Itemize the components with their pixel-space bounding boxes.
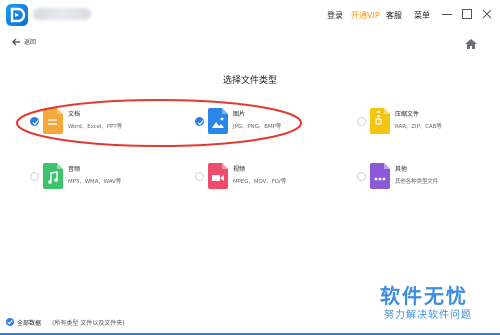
document-icon	[43, 108, 63, 134]
bottom-bar: 全部数据 (所有类型 文件以及文件夹)	[0, 312, 500, 335]
other-checkbox[interactable]	[357, 172, 366, 181]
file-type-archive[interactable]: 压缩文件 RAR、ZIP、CAB等	[357, 107, 500, 137]
file-type-desc: RAR、ZIP、CAB等	[395, 124, 442, 130]
image-icon	[208, 108, 228, 134]
file-type-audio[interactable]: 音频 MP3、WMA、WAV等	[30, 162, 180, 192]
document-checkbox[interactable]	[30, 117, 39, 126]
page-title: 选择文件类型	[222, 76, 277, 86]
archive-icon	[370, 108, 390, 134]
audio-icon	[43, 163, 63, 189]
file-type-name: 其他	[395, 166, 408, 173]
home-icon[interactable]	[464, 35, 478, 54]
all-data-label[interactable]: 全部数据	[17, 318, 41, 327]
video-checkbox[interactable]	[195, 172, 204, 181]
login-link[interactable]: 登录	[327, 10, 343, 21]
blurred-account-name	[33, 8, 91, 20]
file-type-desc: 其他各种类型文件	[395, 179, 439, 185]
file-type-image[interactable]: 图片 JPG、PNG、BMP等	[195, 107, 345, 137]
file-type-desc: Word、Excel、PPT等	[68, 124, 123, 130]
maximize-icon[interactable]	[460, 7, 474, 21]
file-type-name: 视频	[233, 166, 246, 173]
back-arrow-icon	[12, 38, 20, 46]
file-type-desc: MPEG、MOV、FLV等	[233, 179, 287, 185]
file-type-name: 音频	[68, 166, 81, 173]
menu-link[interactable]: 菜单	[414, 10, 430, 21]
file-type-document[interactable]: 文档 Word、Excel、PPT等	[30, 107, 180, 137]
other-icon	[370, 163, 390, 189]
back-label: 返回	[24, 39, 37, 46]
file-type-other[interactable]: 其他 其他各种类型文件	[357, 162, 500, 192]
watermark-title: 软件无忧	[380, 284, 468, 308]
title-bar: 登录 开通VIP 客服 菜单	[0, 0, 500, 30]
open-vip-link[interactable]: 开通VIP	[351, 10, 380, 21]
archive-checkbox[interactable]	[357, 117, 366, 126]
minimize-icon[interactable]	[440, 7, 454, 21]
file-type-name: 图片	[233, 111, 246, 118]
all-data-desc: (所有类型 文件以及文件夹)	[52, 320, 125, 327]
file-type-name: 压缩文件	[395, 111, 420, 118]
customer-service-link[interactable]: 客服	[386, 10, 402, 21]
all-data-checkbox[interactable]	[6, 318, 14, 326]
file-type-name: 文档	[68, 111, 81, 118]
file-type-desc: MP3、WMA、WAV等	[68, 179, 122, 185]
file-type-desc: JPG、PNG、BMP等	[233, 124, 282, 130]
image-checkbox[interactable]	[195, 117, 204, 126]
audio-checkbox[interactable]	[30, 172, 39, 181]
file-type-video[interactable]: 视频 MPEG、MOV、FLV等	[195, 162, 345, 192]
video-icon	[208, 163, 228, 189]
app-logo-icon	[6, 4, 28, 26]
close-icon[interactable]	[480, 7, 494, 21]
